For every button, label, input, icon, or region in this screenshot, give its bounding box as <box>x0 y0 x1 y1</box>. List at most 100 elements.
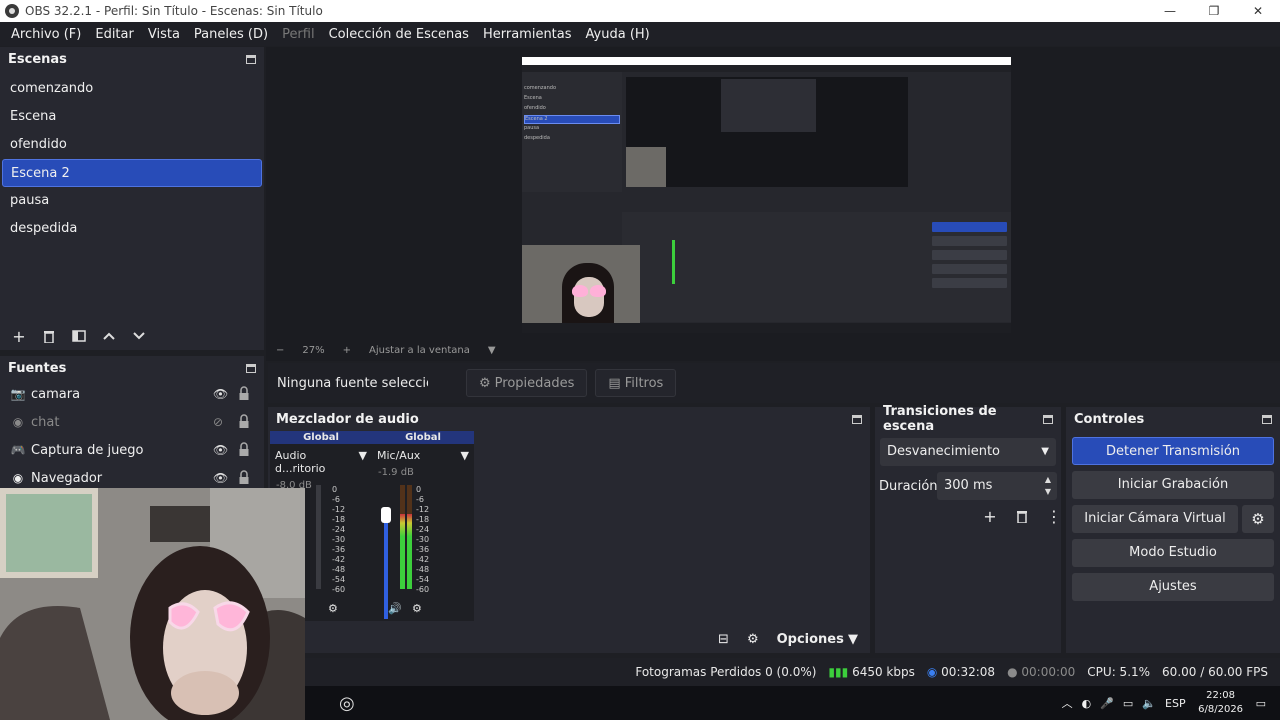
channel-name[interactable]: Mic/Aux ▼ <box>372 444 474 462</box>
tray-chevron-icon[interactable]: ︿ <box>1062 695 1073 711</box>
nested-control-button <box>932 222 1007 232</box>
scene-item-selected[interactable]: Escena 2 <box>2 159 262 187</box>
filters-button[interactable]: ▤ Filtros <box>595 369 677 397</box>
nested-preview <box>626 77 908 187</box>
fit-to-window[interactable]: Ajustar a la ventana <box>369 345 470 356</box>
scenes-dock: Escenas comenzando Escena ofendido Escen… <box>0 47 264 350</box>
menu-paneles[interactable]: Paneles (D) <box>187 27 275 42</box>
undock-icon[interactable] <box>1043 414 1053 424</box>
scene-item[interactable]: Escena <box>2 103 262 131</box>
settings-button[interactable]: Ajustes <box>1072 573 1274 601</box>
add-transition-button[interactable]: + <box>977 505 1003 527</box>
source-item[interactable]: 🎮 Captura de juego 👁 <box>0 436 264 464</box>
obs-logo-icon <box>5 4 19 18</box>
source-item[interactable]: ◉ chat ⊘ <box>0 408 264 436</box>
scene-item[interactable]: ofendido <box>2 131 262 159</box>
lock-icon[interactable] <box>238 414 250 429</box>
add-scene-button[interactable]: + <box>6 325 32 347</box>
source-item[interactable]: 📷 camara 👁 <box>0 380 264 408</box>
transition-more-icon[interactable]: ⋮ <box>1041 505 1067 527</box>
undock-icon[interactable] <box>246 363 256 373</box>
transitions-dock: Transiciones de escena Desvanecimiento ▼… <box>875 404 1062 653</box>
menu-ayuda[interactable]: Ayuda (H) <box>579 27 657 42</box>
language-indicator[interactable]: ESP <box>1165 697 1186 710</box>
menu-perfil[interactable]: Perfil <box>275 27 322 42</box>
undock-icon[interactable] <box>852 414 862 424</box>
cpu-usage: CPU: 5.1% <box>1087 665 1151 679</box>
studio-mode-button[interactable]: Modo Estudio <box>1072 539 1274 567</box>
remove-transition-button[interactable] <box>1009 505 1035 527</box>
lock-icon[interactable] <box>238 470 250 485</box>
taskbar-clock[interactable]: 22:08 6/8/2026 <box>1195 689 1247 717</box>
visibility-eye-icon[interactable]: 👁 <box>213 471 228 485</box>
dropdown-arrow-icon: ▼ <box>460 449 469 462</box>
notifications-icon[interactable]: ▭ <box>1256 697 1266 710</box>
properties-button[interactable]: ⚙ Propiedades <box>466 369 588 397</box>
spin-arrows-icon[interactable]: ▲ ▼ <box>1045 474 1051 498</box>
lock-icon[interactable] <box>238 386 250 401</box>
virtual-camera-settings-icon[interactable]: ⚙ <box>1242 505 1274 533</box>
channel-name[interactable]: Audio d...ritorio ▼ <box>270 444 372 475</box>
hidden-eye-icon[interactable]: ⊘ <box>213 415 223 429</box>
menu-vista[interactable]: Vista <box>141 27 187 42</box>
maximize-button[interactable]: ❐ <box>1192 0 1236 22</box>
start-recording-button[interactable]: Iniciar Grabación <box>1072 471 1274 499</box>
controls-title: Controles <box>1074 411 1145 427</box>
tray-app-icon[interactable]: ◐ <box>1082 697 1092 710</box>
visibility-eye-icon[interactable]: 👁 <box>213 387 228 401</box>
lock-icon[interactable] <box>238 442 250 457</box>
move-scene-down-button[interactable] <box>126 325 152 347</box>
menu-bar: Archivo (F) Editar Vista Paneles (D) Per… <box>0 22 1280 46</box>
menu-archivo[interactable]: Archivo (F) <box>4 27 88 42</box>
start-virtual-camera-button[interactable]: Iniciar Cámara Virtual <box>1072 505 1238 533</box>
scene-item[interactable]: despedida <box>2 215 262 243</box>
mixer-title: Mezclador de audio <box>276 411 419 427</box>
mixer-settings-icon[interactable]: ⚙ <box>747 632 759 647</box>
volume-slider-knob[interactable] <box>381 507 391 523</box>
scene-filters-button[interactable] <box>66 325 92 347</box>
transition-selected: Desvanecimiento <box>887 444 1001 459</box>
menu-herramientas[interactable]: Herramientas <box>476 27 579 42</box>
preview-area[interactable]: comenzando Escena ofendido Escena 2 paus… <box>266 47 1280 339</box>
zoom-dropdown-icon[interactable]: ▼ <box>488 345 496 356</box>
zoom-out-button[interactable]: − <box>276 345 284 356</box>
undock-icon[interactable] <box>246 54 256 64</box>
volume-icon[interactable]: 🔈 <box>1142 697 1156 710</box>
webcam-overlay <box>0 488 305 720</box>
context-bar: Ninguna fuente seleccionada ⚙Propiedades… <box>268 363 1280 403</box>
close-button[interactable]: ✕ <box>1236 0 1280 22</box>
duration-spinbox[interactable]: 300 ms ▲ ▼ <box>937 472 1057 500</box>
mixer-options-button[interactable]: Opciones ▼ <box>777 632 858 647</box>
bitrate-indicator: ▮▮▮ 6450 kbps <box>828 665 914 679</box>
sources-dock: Fuentes 📷 camara 👁 ◉ chat ⊘ 🎮 Captura de… <box>0 356 264 490</box>
mic-icon[interactable]: 🎤 <box>1100 697 1114 710</box>
remove-scene-button[interactable] <box>36 325 62 347</box>
preview-canvas[interactable]: comenzando Escena ofendido Escena 2 paus… <box>522 57 1011 333</box>
network-icon[interactable]: ▭ <box>1123 697 1133 710</box>
record-time: ● 00:00:00 <box>1007 665 1075 679</box>
speaker-icon[interactable]: 🔊 <box>388 602 402 615</box>
mixer-layout-icon[interactable]: ⊟ <box>718 632 729 647</box>
minimize-button[interactable]: — <box>1148 0 1192 22</box>
nested-nested-preview <box>721 79 816 132</box>
fps-indicator: 60.00 / 60.00 FPS <box>1162 665 1268 679</box>
visibility-eye-icon[interactable]: 👁 <box>213 443 228 457</box>
audio-settings-icon[interactable]: ⚙ <box>328 602 338 615</box>
undock-icon[interactable] <box>1262 414 1272 424</box>
obs-taskbar-icon[interactable]: ◎ <box>339 693 355 714</box>
transition-select[interactable]: Desvanecimiento ▼ <box>880 438 1056 466</box>
scene-item[interactable]: comenzando <box>2 75 262 103</box>
sources-header: Fuentes <box>0 356 264 380</box>
move-scene-up-button[interactable] <box>96 325 122 347</box>
nested-scene-item: Escena 2 <box>524 115 620 124</box>
trash-icon <box>1017 511 1027 523</box>
audio-settings-icon[interactable]: ⚙ <box>412 602 422 615</box>
zoom-in-button[interactable]: + <box>343 345 351 356</box>
stop-streaming-button[interactable]: Detener Transmisión <box>1072 437 1274 465</box>
menu-coleccion-escenas[interactable]: Colección de Escenas <box>322 27 476 42</box>
menu-editar[interactable]: Editar <box>88 27 141 42</box>
record-time-value: 00:00:00 <box>1021 665 1076 679</box>
scene-item[interactable]: pausa <box>2 187 262 215</box>
mixer-header: Mezclador de audio <box>268 407 870 431</box>
nested-title-bar <box>522 57 1011 65</box>
